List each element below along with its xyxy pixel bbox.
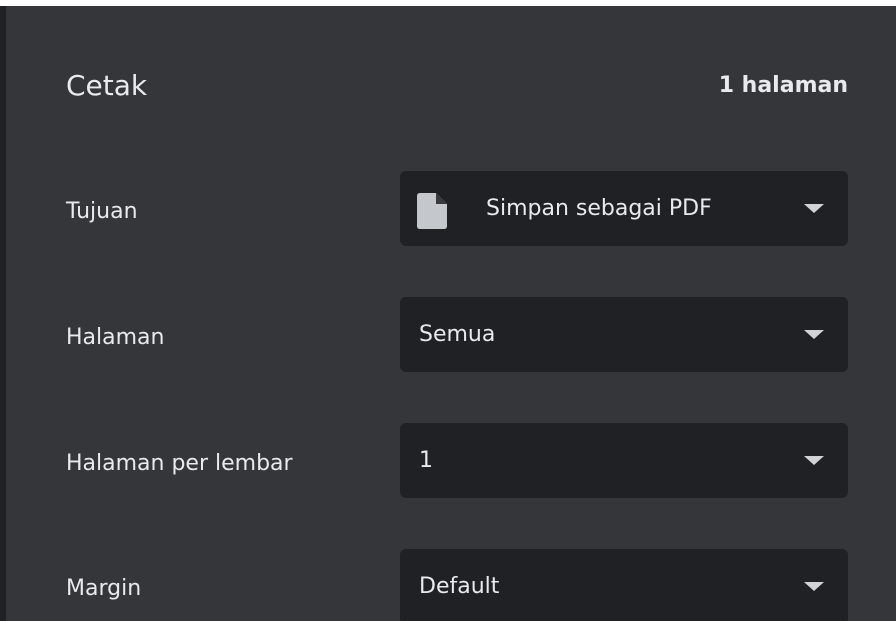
pages-per-sheet-value: 1 — [419, 448, 433, 473]
print-settings-panel: Cetak 1 halaman Tujuan Simpan sebagai PD… — [0, 6, 896, 621]
pages-per-sheet-label: Halaman per lembar — [66, 451, 293, 476]
chevron-down-icon — [804, 582, 824, 591]
margin-select[interactable]: Default — [400, 549, 848, 621]
file-icon — [417, 193, 447, 229]
pages-value: Semua — [419, 322, 496, 347]
pages-label: Halaman — [66, 325, 165, 350]
print-dialog-title: Cetak — [66, 69, 148, 102]
chevron-down-icon — [804, 330, 824, 339]
margin-value: Default — [419, 574, 500, 599]
destination-select[interactable]: Simpan sebagai PDF — [400, 171, 848, 246]
chevron-down-icon — [804, 456, 824, 465]
destination-value: Simpan sebagai PDF — [486, 196, 712, 221]
panel-left-edge — [0, 6, 6, 621]
page-count-label: 1 halaman — [718, 73, 848, 98]
pages-per-sheet-select[interactable]: 1 — [400, 423, 848, 498]
pages-select[interactable]: Semua — [400, 297, 848, 372]
destination-label: Tujuan — [66, 199, 138, 224]
chevron-down-icon — [804, 204, 824, 213]
margin-label: Margin — [66, 576, 142, 601]
